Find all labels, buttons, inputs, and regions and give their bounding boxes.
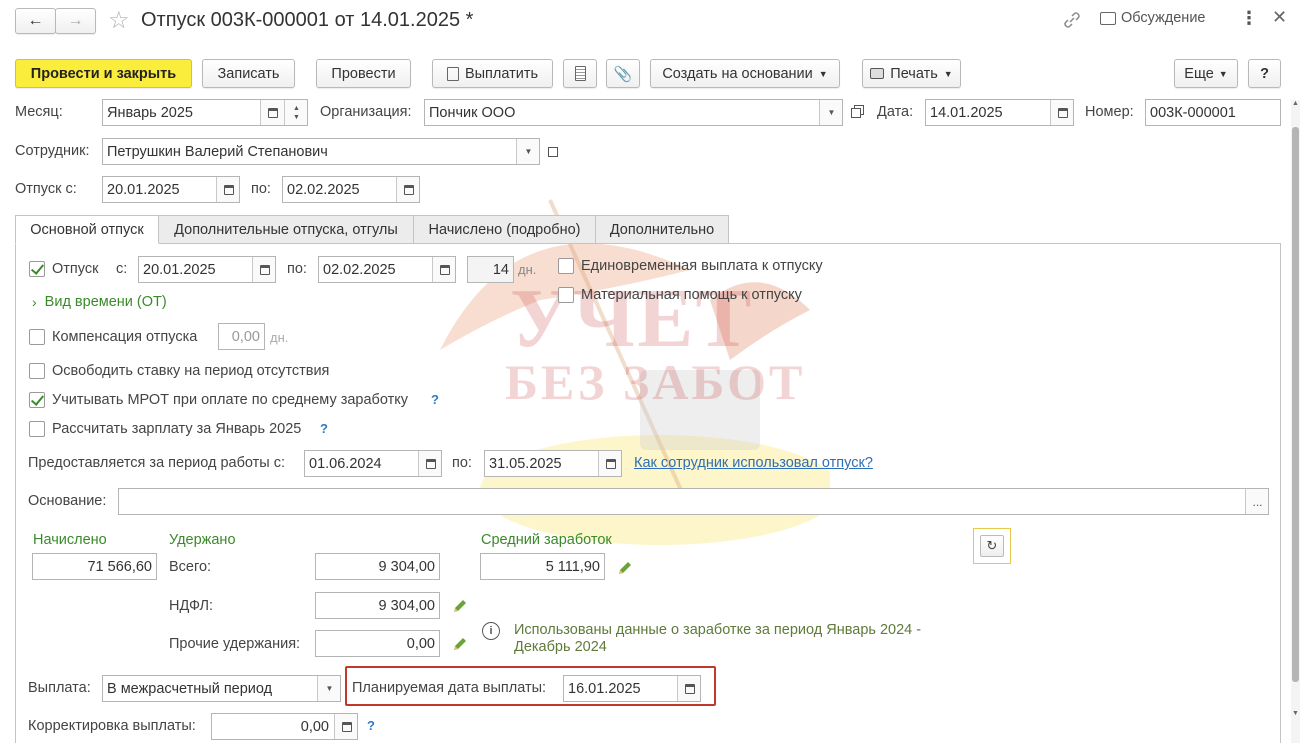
calendar-icon	[684, 683, 695, 694]
refresh-button[interactable]: ↻	[973, 528, 1011, 564]
planned-date-label: Планируемая дата выплаты:	[352, 680, 547, 696]
other-withholdings-label: Прочие удержания:	[169, 636, 301, 652]
payment-correction-help-icon[interactable]: ?	[367, 718, 375, 733]
calc-salary-label: Рассчитать зарплату за Январь 2025	[52, 421, 302, 437]
ndfl-value: 9 304,00	[378, 597, 435, 614]
free-rate-label: Освободить ставку на период отсутствия	[52, 363, 330, 379]
refresh-icon: ↻	[980, 535, 1004, 557]
calendar-button[interactable]	[418, 451, 441, 476]
compensation-days-value: 0,00	[231, 328, 260, 345]
other-withholdings-edit-icon[interactable]	[452, 636, 468, 652]
payment-value: В межрасчетный период	[107, 680, 273, 697]
work-period-to-field[interactable]: 31.05.2025	[484, 450, 622, 477]
payment-label: Выплата:	[28, 680, 91, 696]
chevron-right-icon: ›	[32, 294, 37, 310]
compensation-days-field: 0,00	[218, 323, 265, 350]
average-earnings-edit-icon[interactable]	[617, 560, 633, 576]
time-type-label: Вид времени (ОТ)	[44, 294, 167, 310]
total-field: 9 304,00	[315, 553, 440, 580]
period-from-value: 20.01.2025	[143, 261, 216, 278]
info-text: Использованы данные о заработке за перио…	[514, 622, 922, 655]
planned-date-value: 16.01.2025	[568, 680, 641, 697]
mrot-label: Учитывать МРОТ при оплате по среднему за…	[52, 392, 409, 408]
calc-salary-help-icon[interactable]: ?	[320, 421, 328, 436]
payment-correction-label: Корректировка выплаты:	[28, 718, 196, 734]
mrot-checkbox[interactable]	[29, 392, 45, 408]
period-to-field[interactable]: 02.02.2025	[318, 256, 456, 283]
calendar-icon	[439, 264, 450, 275]
vacation-label: Отпуск	[52, 261, 99, 277]
accrued-field: 71 566,60	[32, 553, 157, 580]
scrollbar-thumb[interactable]	[1292, 127, 1299, 682]
payment-field[interactable]: В межрасчетный период ▼	[102, 675, 341, 702]
scrollbar-track[interactable]: ▲ ▼	[1291, 100, 1300, 743]
calendar-button[interactable]	[677, 676, 700, 701]
material-aid-checkbox[interactable]	[558, 287, 574, 303]
payment-correction-value: 0,00	[300, 718, 329, 735]
calendar-icon	[425, 458, 436, 469]
payment-dropdown-button[interactable]: ▼	[317, 676, 340, 701]
calculator-button[interactable]	[334, 714, 357, 739]
compensation-label: Компенсация отпуска	[52, 329, 198, 345]
lump-sum-checkbox[interactable]	[558, 258, 574, 274]
dropdown-arrow-icon: ▼	[325, 684, 334, 693]
compensation-days-unit: дн.	[270, 330, 289, 345]
average-earnings-label: Средний заработок	[481, 532, 612, 548]
basis-label: Основание:	[28, 493, 107, 509]
period-to-value: 02.02.2025	[323, 261, 396, 278]
material-aid-label: Материальная помощь к отпуску	[581, 287, 802, 303]
days-unit: дн.	[518, 262, 537, 277]
accrued-value: 71 566,60	[87, 558, 152, 575]
free-rate-checkbox[interactable]	[29, 363, 45, 379]
work-period-from-field[interactable]: 01.06.2024	[304, 450, 442, 477]
vacation-from-short-label: с:	[116, 261, 128, 277]
calendar-button[interactable]	[598, 451, 621, 476]
calendar-button[interactable]	[252, 257, 275, 282]
total-value: 9 304,00	[378, 558, 435, 575]
info-icon: i	[482, 622, 500, 640]
withheld-label: Удержано	[169, 532, 236, 548]
period-to-label: по:	[287, 261, 307, 277]
ndfl-field: 9 304,00	[315, 592, 440, 619]
vacation-checkbox[interactable]	[29, 261, 45, 277]
ndfl-edit-icon[interactable]	[452, 598, 468, 614]
average-earnings-field: 5 111,90	[480, 553, 605, 580]
time-type-toggle[interactable]: › Вид времени (ОТ)	[32, 294, 167, 310]
planned-date-field[interactable]: 16.01.2025	[563, 675, 701, 702]
compensation-checkbox[interactable]	[29, 329, 45, 345]
other-withholdings-field: 0,00	[315, 630, 440, 657]
calc-salary-checkbox[interactable]	[29, 421, 45, 437]
ndfl-label: НДФЛ:	[169, 598, 214, 614]
period-from-field[interactable]: 20.01.2025	[138, 256, 276, 283]
lump-sum-label: Единовременная выплата к отпуску	[581, 258, 823, 274]
calendar-icon	[259, 264, 270, 275]
basis-field[interactable]: ...	[118, 488, 1269, 515]
other-withholdings-value: 0,00	[406, 635, 435, 652]
scroll-down-arrow-icon[interactable]: ▼	[1292, 710, 1299, 717]
work-period-label: Предоставляется за период работы с:	[28, 455, 286, 471]
calendar-icon	[605, 458, 616, 469]
scroll-up-arrow-icon[interactable]: ▲	[1292, 100, 1299, 107]
accrued-label: Начислено	[33, 532, 107, 548]
basis-select-button[interactable]: ...	[1245, 489, 1268, 514]
calculator-icon	[341, 721, 352, 732]
work-period-to-label: по:	[452, 455, 472, 471]
vacation-usage-link[interactable]: Как сотрудник использовал отпуск?	[634, 455, 873, 471]
work-period-from-value: 01.06.2024	[309, 455, 382, 472]
days-field: 14	[467, 256, 514, 283]
payment-correction-field[interactable]: 0,00	[211, 713, 358, 740]
mrot-help-icon[interactable]: ?	[431, 392, 439, 407]
total-label: Всего:	[169, 559, 212, 575]
days-value: 14	[492, 261, 509, 278]
work-period-to-value: 31.05.2025	[489, 455, 562, 472]
average-earnings-value: 5 111,90	[545, 558, 600, 575]
calendar-button[interactable]	[432, 257, 455, 282]
